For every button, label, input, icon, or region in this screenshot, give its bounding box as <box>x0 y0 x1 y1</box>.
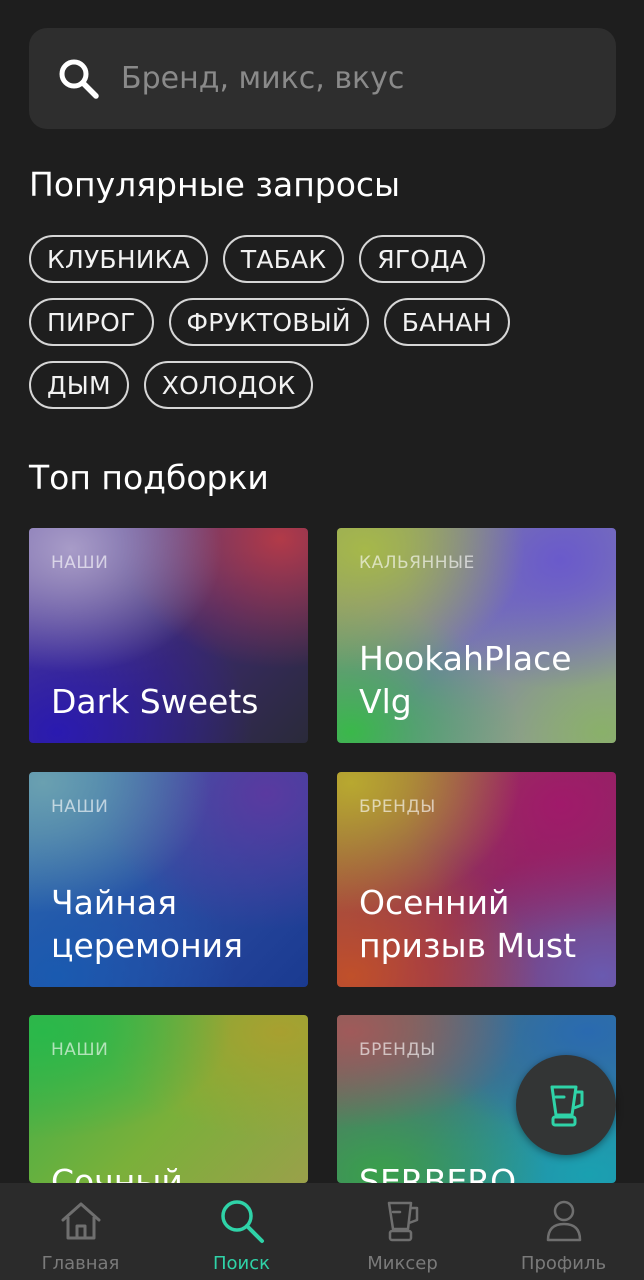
card-category: БРЕНДЫ <box>359 1040 436 1060</box>
search-box[interactable] <box>29 28 616 129</box>
card-title: SERBERO <box>359 1162 517 1183</box>
card-category: БРЕНДЫ <box>359 797 436 817</box>
card-category: КАЛЬЯННЫЕ <box>359 553 475 573</box>
blender-icon <box>379 1197 427 1245</box>
nav-item-profile[interactable]: Профиль <box>483 1183 644 1280</box>
chip-query[interactable]: ФРУКТОВЫЙ <box>168 298 369 346</box>
card-category: НАШИ <box>51 1040 109 1060</box>
card-title: Чайная церемония <box>51 883 243 965</box>
chip-query[interactable]: БАНАН <box>383 298 510 346</box>
nav-item-home[interactable]: Главная <box>0 1183 161 1280</box>
card-title: Сочный летний <box>51 1162 183 1183</box>
search-icon <box>218 1197 266 1245</box>
blender-icon <box>544 1081 588 1129</box>
nav-label: Профиль <box>520 1253 607 1274</box>
chip-query[interactable]: ПИРОГ <box>29 298 154 346</box>
user-icon <box>540 1197 588 1245</box>
collection-card[interactable]: КАЛЬЯННЫЕ HookahPlace Vlg <box>337 528 616 743</box>
nav-item-mixer[interactable]: Миксер <box>322 1183 483 1280</box>
nav-label: Поиск <box>212 1253 270 1274</box>
nav-label: Главная <box>41 1253 120 1274</box>
chip-query[interactable]: КЛУБНИКА <box>29 235 208 283</box>
search-icon <box>57 57 101 101</box>
chip-query[interactable]: ХОЛОДОК <box>143 361 314 409</box>
nav-item-search[interactable]: Поиск <box>161 1183 322 1280</box>
card-title: HookahPlace Vlg <box>359 639 572 721</box>
collection-card[interactable]: НАШИ Сочный летний <box>29 1015 308 1183</box>
collection-card[interactable]: НАШИ Чайная церемония <box>29 772 308 987</box>
bottom-nav: Главная Поиск Миксер Профиль <box>0 1183 644 1280</box>
chip-query[interactable]: ТАБАК <box>222 235 345 283</box>
chip-query[interactable]: ЯГОДА <box>359 235 486 283</box>
chip-query[interactable]: ДЫМ <box>29 361 129 409</box>
card-category: НАШИ <box>51 553 109 573</box>
card-title: Dark Sweets <box>51 682 259 721</box>
popular-queries-title: Популярные запросы <box>29 165 401 204</box>
card-category: НАШИ <box>51 797 109 817</box>
mixer-fab-button[interactable] <box>516 1055 616 1155</box>
card-title: Осенний призыв Must <box>359 883 577 965</box>
home-icon <box>57 1197 105 1245</box>
top-collections-title: Топ подборки <box>29 458 269 497</box>
search-input[interactable] <box>121 61 616 96</box>
popular-chips: КЛУБНИКА ТАБАК ЯГОДА ПИРОГ ФРУКТОВЫЙ БАН… <box>29 235 619 424</box>
collection-card[interactable]: НАШИ Dark Sweets <box>29 528 308 743</box>
nav-label: Миксер <box>367 1253 438 1274</box>
collection-card[interactable]: БРЕНДЫ Осенний призыв Must <box>337 772 616 987</box>
